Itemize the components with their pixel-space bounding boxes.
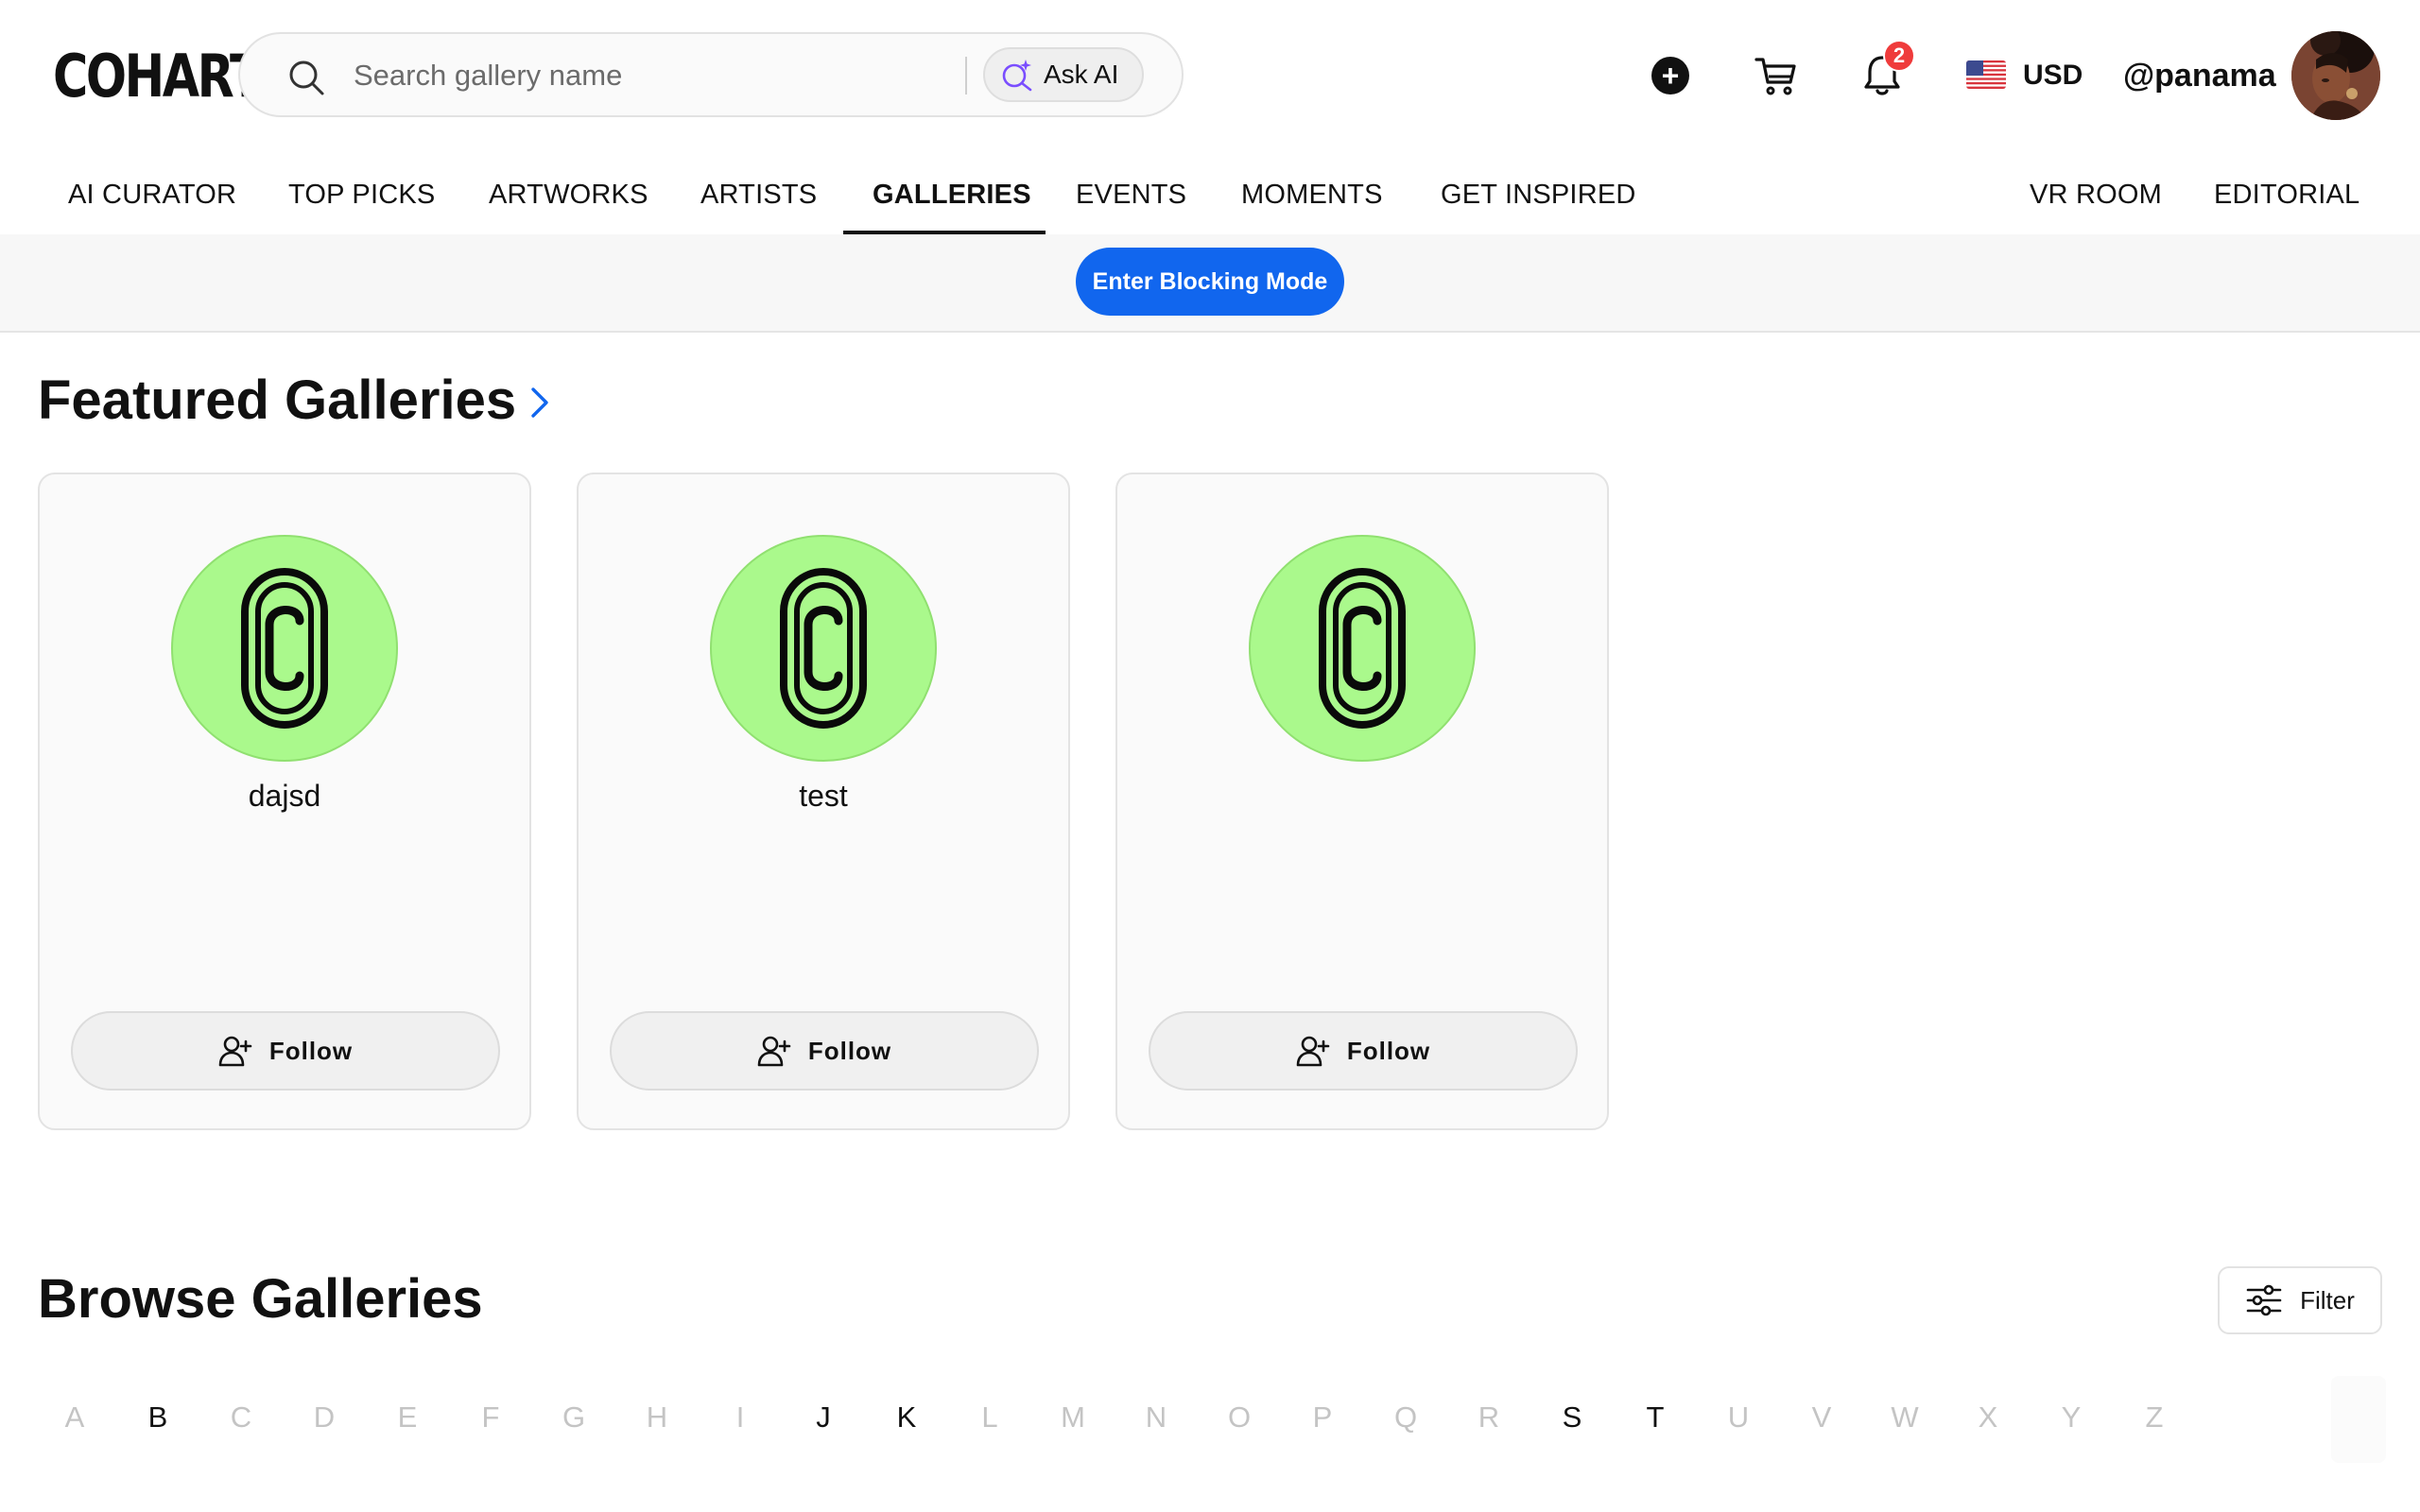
search-divider: [965, 57, 967, 94]
letter-l: L: [981, 1400, 998, 1434]
follow-button[interactable]: Follow: [1149, 1011, 1578, 1091]
nav-ai-curator[interactable]: AI CURATOR: [68, 178, 236, 212]
letter-t[interactable]: T: [1636, 1397, 1674, 1438]
username[interactable]: @panama: [2123, 57, 2276, 94]
gallery-logo: [171, 535, 398, 762]
nav-artworks[interactable]: ARTWORKS: [489, 178, 648, 212]
enter-blocking-mode-button[interactable]: Enter Blocking Mode: [1076, 248, 1344, 316]
letter-e: E: [397, 1400, 418, 1434]
letter-m: M: [1061, 1400, 1085, 1434]
letter-r: R: [1478, 1400, 1500, 1434]
follow-label: Follow: [268, 1036, 354, 1065]
cart-icon[interactable]: [1754, 53, 1799, 98]
letter-s[interactable]: S: [1553, 1397, 1591, 1438]
ai-sparkle-search-icon: [1002, 60, 1032, 92]
nav-editorial[interactable]: EDITORIAL: [2214, 178, 2360, 212]
us-flag-icon[interactable]: [1966, 60, 2006, 89]
letter-d: D: [313, 1400, 336, 1434]
alphabet-index: A B C D E F G H I J K L M N O P Q R S T …: [0, 1397, 2174, 1438]
gallery-name[interactable]: test: [579, 777, 1068, 815]
filter-label: Filter: [2300, 1285, 2355, 1314]
avatar[interactable]: [2291, 31, 2380, 120]
search-input[interactable]: [354, 55, 959, 96]
filter-button[interactable]: Filter: [2218, 1266, 2382, 1334]
browse-galleries-title: Browse Galleries: [38, 1268, 483, 1330]
letter-i: I: [735, 1400, 745, 1434]
nav-events[interactable]: EVENTS: [1076, 178, 1186, 212]
add-user-icon: [1296, 1036, 1330, 1067]
letter-v: V: [1811, 1400, 1832, 1434]
ask-ai-button[interactable]: Ask AI: [983, 47, 1144, 102]
sliders-icon: [2246, 1284, 2282, 1316]
notification-badge: 2: [1883, 40, 1915, 72]
nav-get-inspired[interactable]: GET INSPIRED: [1441, 178, 1636, 212]
chevron-right-icon[interactable]: [526, 384, 554, 421]
scroll-area: [2331, 1376, 2386, 1463]
search-icon: [289, 60, 324, 95]
letter-q: Q: [1393, 1400, 1418, 1434]
follow-button[interactable]: Follow: [610, 1011, 1039, 1091]
nav-artists[interactable]: ARTISTS: [700, 178, 817, 212]
letter-o: O: [1227, 1400, 1252, 1434]
letter-f: F: [481, 1400, 500, 1434]
follow-label: Follow: [807, 1036, 892, 1065]
gallery-logo: [710, 535, 937, 762]
letter-n: N: [1145, 1400, 1167, 1434]
top-header: COHART Ask AI + 2: [0, 0, 2420, 151]
letter-h: H: [646, 1400, 668, 1434]
gallery-card[interactable]: test Follow: [577, 472, 1070, 1130]
letter-k[interactable]: K: [888, 1397, 925, 1438]
nav-vr-room[interactable]: VR ROOM: [2030, 178, 2162, 212]
featured-galleries-title: Featured Galleries: [38, 369, 517, 431]
gallery-name[interactable]: dajsd: [40, 777, 529, 815]
blocking-bar: Enter Blocking Mode: [0, 234, 2420, 333]
nav-moments[interactable]: MOMENTS: [1241, 178, 1383, 212]
add-user-icon: [218, 1036, 252, 1067]
letter-j[interactable]: J: [804, 1397, 842, 1438]
nav-top-picks[interactable]: TOP PICKS: [288, 178, 435, 212]
letter-x: X: [1978, 1400, 1998, 1434]
follow-button[interactable]: Follow: [71, 1011, 500, 1091]
letter-c: C: [230, 1400, 252, 1434]
add-user-icon: [757, 1036, 791, 1067]
cohart-c-logo-icon: [780, 568, 867, 729]
avatar-portrait-image: [2291, 31, 2380, 120]
currency-selector[interactable]: USD: [2023, 59, 2083, 93]
letter-u: U: [1727, 1400, 1750, 1434]
nav-galleries[interactable]: GALLERIES: [873, 178, 1031, 212]
cohart-c-logo-icon: [241, 568, 328, 729]
gallery-card[interactable]: dajsd Follow: [38, 472, 531, 1130]
gallery-card[interactable]: Follow: [1115, 472, 1609, 1130]
follow-label: Follow: [1346, 1036, 1431, 1065]
letter-z: Z: [2145, 1400, 2164, 1434]
main-nav: AI CURATOR TOP PICKS ARTWORKS ARTISTS GA…: [0, 151, 2420, 234]
gallery-logo: [1249, 535, 1476, 762]
cohart-c-logo-icon: [1319, 568, 1406, 729]
search-bar: Ask AI: [238, 32, 1184, 117]
letter-b[interactable]: B: [139, 1397, 177, 1438]
letter-g: G: [562, 1400, 586, 1434]
add-icon[interactable]: +: [1651, 57, 1689, 94]
letter-p: P: [1312, 1400, 1333, 1434]
ask-ai-label: Ask AI: [1044, 60, 1119, 89]
letter-y: Y: [2061, 1400, 2082, 1434]
letter-w: W: [1891, 1400, 1919, 1434]
cohart-logo[interactable]: COHART: [53, 43, 263, 110]
letter-a: A: [64, 1400, 85, 1434]
